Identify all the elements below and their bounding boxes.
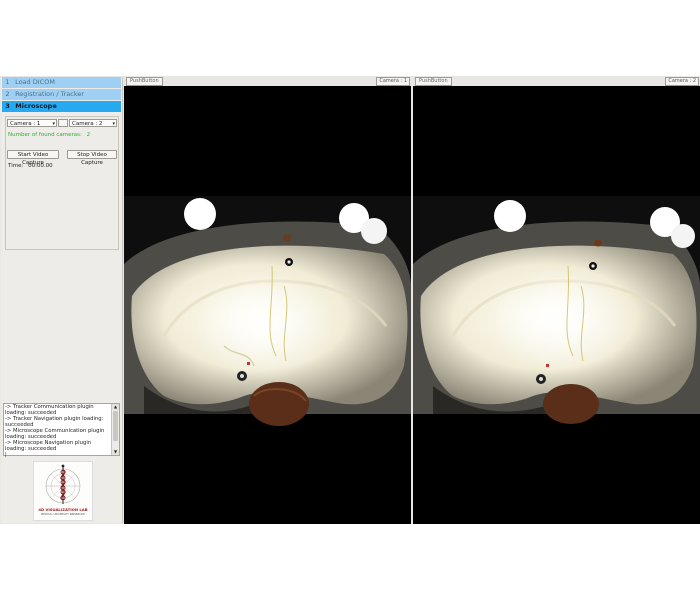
microscope-image-right (413, 86, 700, 524)
step-number: 1 (5, 78, 10, 86)
viewport-right-camera-label: Camera : 2 (665, 77, 699, 86)
time-label: Time: (8, 163, 24, 169)
arrow-up-icon[interactable]: ▲ (112, 404, 119, 410)
chevron-down-icon: ▾ (52, 121, 55, 127)
camera-1-video[interactable] (124, 86, 411, 524)
found-cameras-label: Number of found cameras: (8, 132, 82, 138)
log-scrollbar[interactable]: ▲ ▼ (111, 404, 119, 455)
application-window: 1 Load DICOM 2 Registration / Tracker 3 … (0, 76, 700, 524)
step-label: Load DICOM (15, 78, 55, 86)
log-line: -> Tracker Communication plugin loading:… (5, 404, 94, 416)
log-line: -> Microscope Communication plugin loadi… (5, 428, 105, 440)
log-output[interactable]: -> Tracker Communication plugin loading:… (3, 403, 120, 458)
step-number: 2 (5, 90, 10, 98)
text-cursor: | (5, 452, 7, 458)
step-registration-tracker[interactable]: 2 Registration / Tracker (2, 89, 121, 100)
camera-2-video[interactable] (413, 86, 700, 524)
viewport-left-header: PushButton Camera : 1 (124, 77, 411, 86)
start-video-capture-button[interactable]: Start Video Capture (7, 150, 59, 166)
log-line: -> Tracker Navigation plugin loading: su… (5, 416, 104, 428)
viewport-right-header: PushButton Camera : 2 (413, 77, 700, 86)
viewport-left-camera-label: Camera : 1 (376, 77, 410, 86)
camera-left-value: Camera : 1 (10, 121, 41, 127)
viewport-right-push-button[interactable]: PushButton (415, 77, 452, 86)
step-label: Microscope (15, 102, 57, 110)
stop-video-capture-button[interactable]: Stop Video Capture (67, 150, 117, 166)
camera-left-select[interactable]: Camera : 1 ▾ (7, 119, 57, 127)
log-line: -> Microscope Navigation plugin loading:… (5, 440, 92, 452)
found-cameras-text: Number of found cameras: 2 (8, 132, 90, 138)
left-panel: 1 Load DICOM 2 Registration / Tracker 3 … (1, 77, 123, 523)
camera-right-value: Camera : 2 (72, 121, 103, 127)
camera-right-select[interactable]: Camera : 2 ▾ (69, 119, 117, 127)
microscope-image-left (124, 86, 411, 524)
step-label: Registration / Tracker (15, 90, 85, 98)
arrow-down-icon[interactable]: ▼ (112, 449, 119, 455)
step-microscope[interactable]: 3 Microscope (2, 101, 121, 112)
capture-time: Time: 00:00.00 (8, 163, 53, 169)
viewport-left-push-button[interactable]: PushButton (126, 77, 163, 86)
scrollbar-thumb[interactable] (113, 411, 118, 441)
lab-logo: 4D VISUALIZATION LAB MEDICAL UNIVERSITY … (33, 461, 93, 521)
step-number: 3 (5, 102, 10, 110)
caduceus-logo-icon (45, 464, 81, 504)
logo-title: 4D VISUALIZATION LAB (38, 507, 88, 512)
logo-subtitle: MEDICAL UNIVERSITY INNSBRUCK (40, 513, 85, 516)
chevron-down-icon: ▾ (112, 121, 115, 127)
time-value: 00:00.00 (28, 163, 53, 169)
found-cameras-count: 2 (86, 132, 91, 138)
step-load-dicom[interactable]: 1 Load DICOM (2, 77, 121, 88)
camera-swap-button[interactable] (58, 119, 68, 127)
camera-control-group: Camera : 1 ▾ Camera : 2 ▾ Number of foun… (5, 116, 119, 250)
